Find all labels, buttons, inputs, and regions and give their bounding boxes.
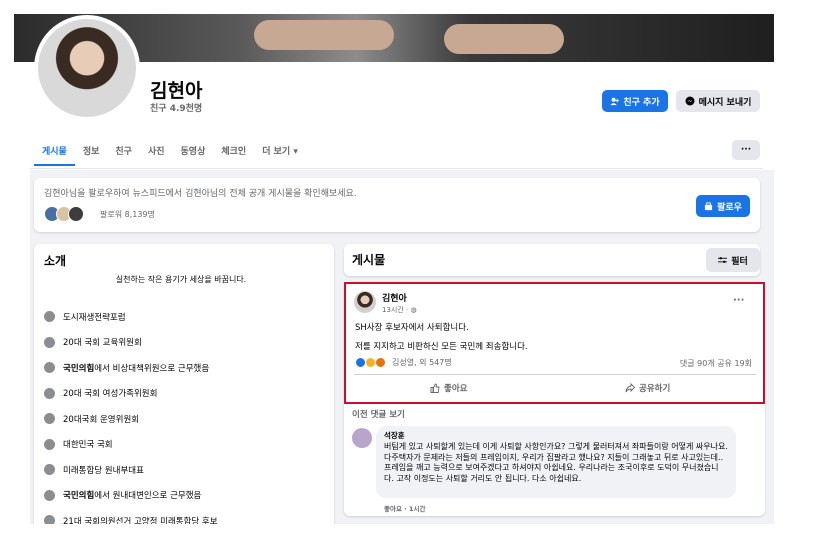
follow-label: 팔로우 [717, 202, 742, 213]
briefcase-icon [44, 464, 55, 476]
intro-title: 소개 [44, 254, 67, 268]
post-author-avatar[interactable] [354, 291, 376, 313]
briefcase-icon [44, 387, 55, 399]
intro-item: 국민의힘에서 원내대변인으로 근무했음 [44, 483, 218, 509]
intro-item-label: 대한민국 국회 [63, 440, 113, 451]
filter-label: 필터 [731, 256, 748, 267]
thumbs-up-icon [430, 383, 440, 393]
post-text-line: 저를 지지하고 비판하신 모든 국민께 죄송합니다. [355, 342, 528, 352]
profile-name: 김현아 [150, 80, 203, 102]
briefcase-icon [44, 413, 55, 425]
like-button[interactable]: 좋아요 [430, 382, 467, 394]
follow-button[interactable]: 팔로우 [696, 195, 750, 217]
intro-item-org-link[interactable]: 국민의힘 [63, 491, 94, 501]
reactions-summary[interactable]: 김성열, 외 547명 [355, 357, 452, 368]
tab-friends[interactable]: 친구 [107, 136, 140, 166]
profile-picture[interactable] [34, 15, 140, 121]
intro-item-org-link[interactable]: 국민의힘 [63, 364, 94, 374]
posts-title: 게시물 [352, 253, 386, 267]
share-icon [625, 383, 635, 393]
post-time-label: 13시간 · [382, 306, 411, 314]
followers-count[interactable]: 팔로워 8,139명 [100, 209, 155, 220]
follow-icon [704, 201, 713, 210]
commenter-avatar[interactable] [352, 428, 372, 448]
chevron-down-icon: ▾ [293, 147, 298, 157]
reactions-text: 김성열, 외 547명 [392, 358, 452, 367]
follower-avatar[interactable] [68, 206, 84, 222]
add-friend-icon [610, 97, 620, 105]
intro-item-label: 20대국회 운영위원회 [63, 414, 140, 425]
comment-text: 버팀게 있고 사퇴할게 있는데 이게 사퇴할 사항인가요? 그렇게 물러터져서 … [384, 442, 728, 483]
briefcase-icon [44, 336, 55, 348]
tab-about[interactable]: 정보 [75, 136, 108, 166]
friends-count[interactable]: 친구 4.9천명 [150, 101, 202, 114]
intro-item-label: 20대 국회 교육위원회 [63, 338, 142, 349]
intro-motto: 실천하는 작은 용기가 세상을 바꿉니다. [115, 275, 247, 284]
intro-item: 국민의힘에서 비상대책위원으로 근무했음 [44, 355, 218, 381]
post-text-line: SH사장 후보자에서 사퇴합니다. [355, 323, 469, 333]
tab-more-label: 더 보기 [262, 147, 291, 157]
intro-item-label: 에서 원내대변인으로 근무했음 [94, 491, 202, 502]
intro-item-label: 도시재생전략포럼 [63, 312, 126, 323]
comment-bubble: 석장훈 버팀게 있고 사퇴할게 있는데 이게 사퇴할 사항인가요? 그렇게 물러… [376, 426, 736, 498]
more-options-button[interactable]: ··· [732, 140, 760, 160]
intro-item: 미래통합당 원내부대표 [44, 457, 218, 483]
page-bottom-edge [0, 524, 813, 553]
filter-button[interactable]: 필터 [706, 248, 760, 272]
intro-item-label: 에서 비상대책위원으로 근무했음 [94, 363, 210, 374]
ellipsis-icon: ··· [740, 145, 752, 155]
message-label: 메시지 보내기 [698, 97, 752, 108]
post-options-button[interactable]: ··· [733, 295, 744, 306]
post-stats[interactable]: 댓글 90개 공유 19회 [680, 358, 752, 369]
tab-photos[interactable]: 사진 [140, 136, 173, 166]
post-timestamp[interactable]: 13시간 · ◍ [382, 305, 417, 315]
intro-item: 도시재생전략포럼 [44, 304, 218, 330]
intro-item-label: 20대 국회 여성가족위원회 [63, 389, 158, 400]
intro-item: 20대 국회 여성가족위원회 [44, 381, 218, 407]
messenger-icon [685, 96, 695, 106]
share-button[interactable]: 공유하기 [625, 382, 670, 394]
intro-item: 20대 국회 교육위원회 [44, 330, 218, 356]
briefcase-icon [44, 438, 55, 450]
filter-icon [718, 256, 728, 263]
tab-posts[interactable]: 게시물 [34, 136, 75, 166]
intro-item: 대한민국 국회 [44, 432, 218, 458]
add-friend-label: 친구 추가 [623, 97, 660, 108]
follower-avatars [44, 206, 84, 222]
comment-meta[interactable]: 좋아요 · 1시간 [384, 503, 425, 513]
add-friend-button[interactable]: 친구 추가 [602, 90, 668, 112]
message-button[interactable]: 메시지 보내기 [676, 90, 760, 112]
posts-header-card [344, 244, 760, 276]
angry-reaction-icon [375, 357, 386, 368]
follow-prompt-text: 김현아님을 팔로우하여 뉴스피드에서 김현아님의 전체 공개 게시물을 확인해보… [44, 189, 357, 199]
tab-more[interactable]: 더 보기 ▾ [254, 136, 306, 166]
tabs-divider [30, 168, 763, 169]
post-author-name[interactable]: 김현아 [382, 291, 407, 304]
intro-list: 도시재생전략포럼 20대 국회 교육위원회 국민의힘에서 비상대책위원으로 근무… [44, 304, 218, 534]
like-label: 좋아요 [444, 384, 468, 394]
tab-checkins[interactable]: 체크인 [213, 136, 254, 166]
intro-item: 20대국회 운영위원회 [44, 406, 218, 432]
view-previous-comments-link[interactable]: 이전 댓글 보기 [352, 408, 405, 420]
globe-icon: ◍ [410, 306, 417, 314]
briefcase-icon [44, 362, 55, 374]
post-actions-divider [354, 374, 756, 375]
tab-videos[interactable]: 동영상 [173, 136, 214, 166]
share-label: 공유하기 [639, 384, 671, 394]
commenter-name[interactable]: 석장훈 [384, 430, 728, 441]
briefcase-icon [44, 311, 55, 323]
intro-item-label: 미래통합당 원내부대표 [63, 465, 144, 476]
profile-tabs: 게시물 정보 친구 사진 동영상 체크인 더 보기 ▾ [34, 136, 306, 166]
briefcase-icon [44, 489, 55, 501]
